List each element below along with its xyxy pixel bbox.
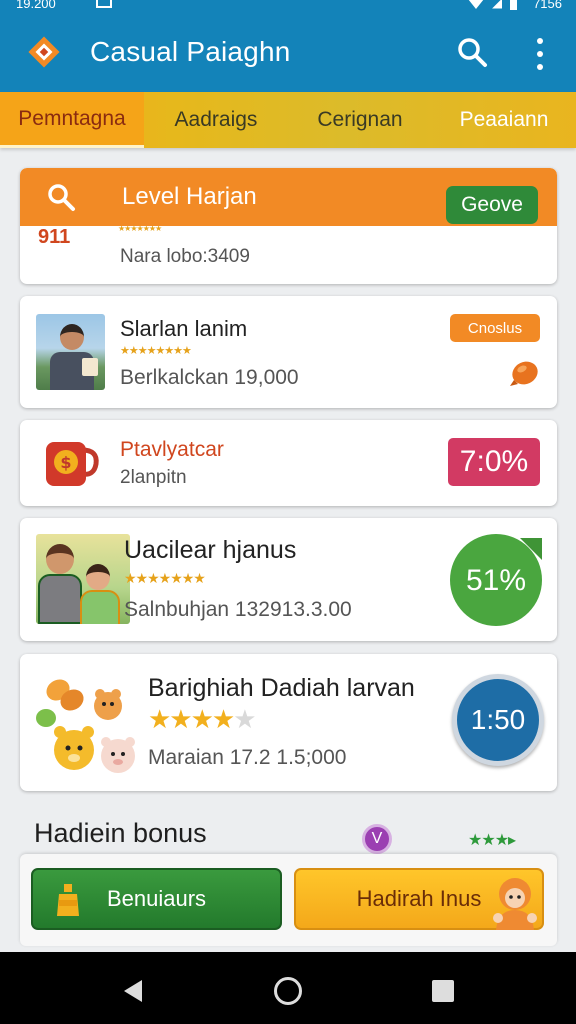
recents-icon[interactable]	[432, 980, 454, 1002]
bargain-rating: ★★★★★	[148, 704, 257, 735]
bottom-action-bar: Benuiaurs Hadirah Inus	[20, 854, 557, 946]
bonus-title: Hadiein bonus	[34, 818, 207, 848]
back-icon[interactable]	[124, 980, 142, 1002]
notification-icon	[96, 0, 112, 8]
status-right-text: 7156	[533, 0, 562, 11]
player-card[interactable]: Slarlan lanim ★★★★★★★★ Berlkalckan 19,00…	[20, 296, 557, 408]
tab-peaaiann[interactable]: Peaaiann	[432, 92, 576, 148]
family-photo	[36, 534, 130, 624]
search-icon	[48, 184, 75, 211]
family-subtitle: Salnbuhjan 132913.3.00	[124, 598, 352, 621]
timer-badge: 1:50	[452, 674, 544, 766]
status-time: 19.200	[16, 0, 56, 11]
bargain-stars-empty: ★	[233, 704, 256, 734]
tab-aadraigs[interactable]: Aadraigs	[144, 92, 288, 148]
bargain-stars-filled: ★★★★	[148, 704, 235, 734]
reward-name: Ptavlyatcar	[120, 438, 224, 461]
app-bar: Casual Paiaghn	[0, 14, 576, 92]
status-bar: 19.200 7156	[0, 0, 576, 14]
player-subtitle: Berlkalckan 19,000	[120, 366, 299, 389]
family-name: Uacilear hjanus	[124, 536, 297, 564]
hadirah-inus-label: Hadirah Inus	[356, 886, 482, 911]
battery-icon	[510, 0, 518, 10]
reward-card[interactable]: $ Ptavlyatcar 2lanpitn 7:0%	[20, 420, 557, 506]
benuiaurs-label: Benuiaurs	[106, 886, 207, 911]
player-photo	[36, 314, 105, 390]
more-vert-icon[interactable]	[532, 38, 548, 70]
reward-percent-badge: 7:0%	[448, 438, 540, 486]
app-title: Casual Paiaghn	[90, 36, 291, 67]
family-stars: ★★★★★★★	[124, 570, 206, 586]
home-icon[interactable]	[274, 977, 302, 1005]
wifi-icon	[468, 0, 485, 9]
player-stars: ★★★★★★★★	[120, 345, 192, 357]
geove-button[interactable]: Geove	[446, 186, 538, 224]
status-icons: 7156	[468, 0, 562, 11]
bonus-stars: ★★★▸	[468, 832, 516, 849]
bargain-name: Barighiah Dadiah larvan	[148, 674, 415, 702]
progress-ring: 51%	[450, 534, 542, 626]
app-logo-icon	[28, 36, 60, 68]
reward-subtitle: 2lanpitn	[120, 467, 187, 488]
candy-icon	[510, 361, 538, 386]
bottle-icon	[57, 884, 79, 916]
v-badge-icon: V	[362, 824, 392, 854]
level-card[interactable]: Level Harjan Geove 911 ★★★★★★★ Nara lobo…	[20, 168, 557, 284]
bargain-subtitle: Maraian 17.2 1.5;000	[148, 746, 347, 769]
system-nav-bar	[0, 952, 576, 1024]
player-name: Slarlan lanim	[120, 316, 248, 341]
progress-percent-label: 51%	[466, 564, 526, 597]
search-icon[interactable]	[456, 36, 488, 68]
toys-illustration	[36, 679, 135, 773]
svg-text:$: $	[60, 453, 71, 472]
level-stars: ★★★★★★★	[118, 224, 162, 233]
level-title: Level Harjan	[122, 183, 257, 210]
benuiaurs-button[interactable]: Benuiaurs	[31, 868, 282, 930]
tab-pemntagna[interactable]: Pemntagna	[0, 92, 144, 148]
family-card[interactable]: Uacilear hjanus ★★★★★★★ Salnbuhjan 13291…	[20, 518, 557, 641]
bargain-card[interactable]: Barighiah Dadiah larvan ★★★★★ Maraian 17…	[20, 654, 557, 791]
tab-bar: Pemntagna Aadraigs Cerignan Peaaiann	[0, 92, 576, 148]
tab-cerignan[interactable]: Cerignan	[288, 92, 432, 148]
coin-mug-icon: $	[46, 442, 99, 486]
hadirah-inus-button[interactable]: Hadirah Inus	[294, 868, 544, 930]
level-subtitle: Nara lobo:3409	[120, 246, 250, 267]
level-icon: 911	[38, 226, 71, 248]
signal-icon	[492, 0, 503, 9]
player-badge[interactable]: Cnoslus	[450, 314, 540, 342]
character-icon	[493, 878, 537, 930]
